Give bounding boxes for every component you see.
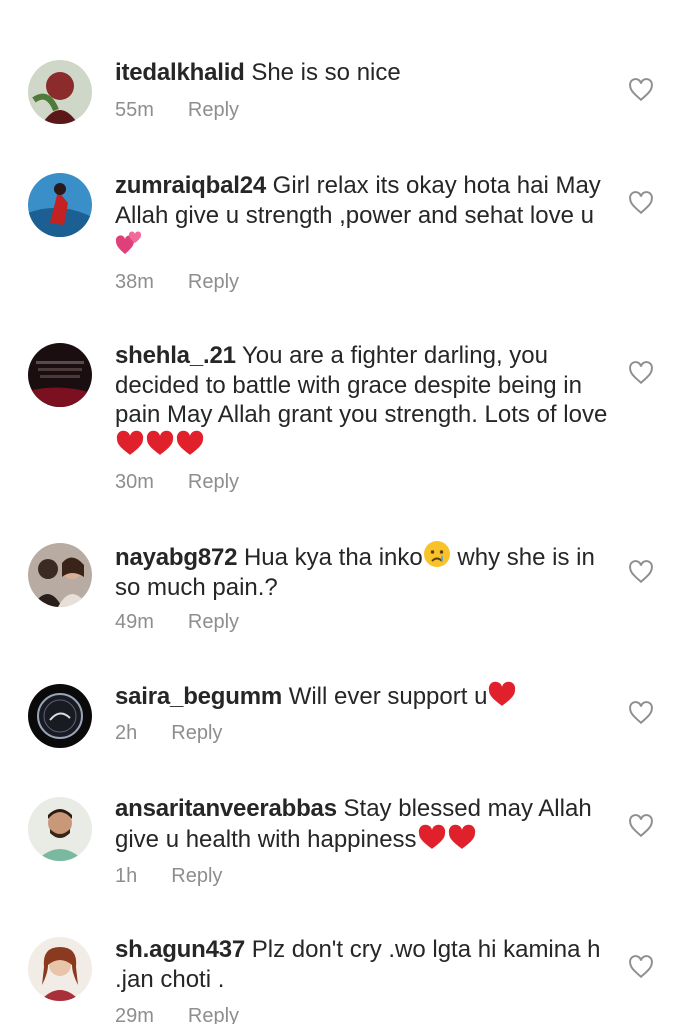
username[interactable]: itedalkhalid xyxy=(115,59,245,86)
comment-meta: 55m Reply xyxy=(115,99,239,122)
comment-body: shehla_.21 You are a fighter darling, yo… xyxy=(115,341,615,460)
reply-button[interactable]: Reply xyxy=(188,1005,239,1024)
avatar[interactable] xyxy=(28,173,92,237)
timestamp: 30m xyxy=(115,471,154,493)
avatar[interactable] xyxy=(28,60,92,124)
comment-body: zumraiqbal24 Girl relax its okay hota ha… xyxy=(115,171,615,261)
username[interactable]: shehla_.21 xyxy=(115,342,236,369)
comment-meta: 2h Reply xyxy=(115,722,222,745)
comment-meta: 49m Reply xyxy=(115,611,239,634)
heart-outline-icon[interactable] xyxy=(628,191,654,215)
comment-body: ansaritanveerabbas Stay blessed may Alla… xyxy=(115,794,615,854)
reply-button[interactable]: Reply xyxy=(171,865,222,887)
comment-list: itedalkhalid She is so nice 55m Reply zum… xyxy=(0,0,691,1024)
red-heart-icon xyxy=(146,430,174,455)
avatar[interactable] xyxy=(28,343,92,407)
comment-text: She is so nice xyxy=(251,59,401,86)
avatar[interactable] xyxy=(28,937,92,1001)
comment-body: saira_begumm Will ever support u xyxy=(115,681,615,712)
username[interactable]: nayabg872 xyxy=(115,544,237,571)
comment-body: nayabg872 Hua kya tha inko why she is in… xyxy=(115,540,615,602)
red-heart-icon xyxy=(176,430,204,455)
comment-body: sh.agun437 Plz don't cry .wo lgta hi kam… xyxy=(115,935,615,994)
red-heart-icon xyxy=(489,681,516,706)
timestamp: 38m xyxy=(115,271,154,293)
timestamp: 1h xyxy=(115,865,138,887)
comment-meta: 1h Reply xyxy=(115,865,222,888)
timestamp: 49m xyxy=(115,611,154,633)
heart-outline-icon[interactable] xyxy=(628,701,654,725)
reply-button[interactable]: Reply xyxy=(188,271,239,293)
comment-meta: 29m Reply xyxy=(115,1005,239,1024)
comment-body: itedalkhalid She is so nice xyxy=(115,58,615,88)
heart-outline-icon[interactable] xyxy=(628,814,654,838)
reply-button[interactable]: Reply xyxy=(188,471,239,493)
timestamp: 29m xyxy=(115,1005,154,1024)
username[interactable]: zumraiqbal24 xyxy=(115,172,266,199)
reply-button[interactable]: Reply xyxy=(188,611,239,633)
red-heart-icon xyxy=(448,824,475,849)
heart-outline-icon[interactable] xyxy=(628,78,654,102)
comment-meta: 38m Reply xyxy=(115,271,239,294)
red-heart-icon xyxy=(116,430,144,455)
timestamp: 55m xyxy=(115,99,154,121)
comment-meta: 30m Reply xyxy=(115,471,239,494)
heart-outline-icon[interactable] xyxy=(628,560,654,584)
crying-face-icon xyxy=(423,541,450,567)
heart-outline-icon[interactable] xyxy=(628,955,654,979)
reply-button[interactable]: Reply xyxy=(188,99,239,121)
avatar[interactable] xyxy=(28,684,92,748)
comment-text: Will ever support u xyxy=(288,683,488,710)
heart-outline-icon[interactable] xyxy=(628,361,654,385)
avatar[interactable] xyxy=(28,797,92,861)
avatar[interactable] xyxy=(28,543,92,607)
reply-button[interactable]: Reply xyxy=(171,722,222,744)
timestamp: 2h xyxy=(115,722,138,744)
two-hearts-icon xyxy=(115,231,142,254)
comment-text: Hua kya tha inko xyxy=(243,544,423,571)
red-heart-icon xyxy=(418,824,445,849)
username[interactable]: sh.agun437 xyxy=(115,936,245,963)
username[interactable]: ansaritanveerabbas xyxy=(115,795,337,822)
username[interactable]: saira_begumm xyxy=(115,683,282,710)
